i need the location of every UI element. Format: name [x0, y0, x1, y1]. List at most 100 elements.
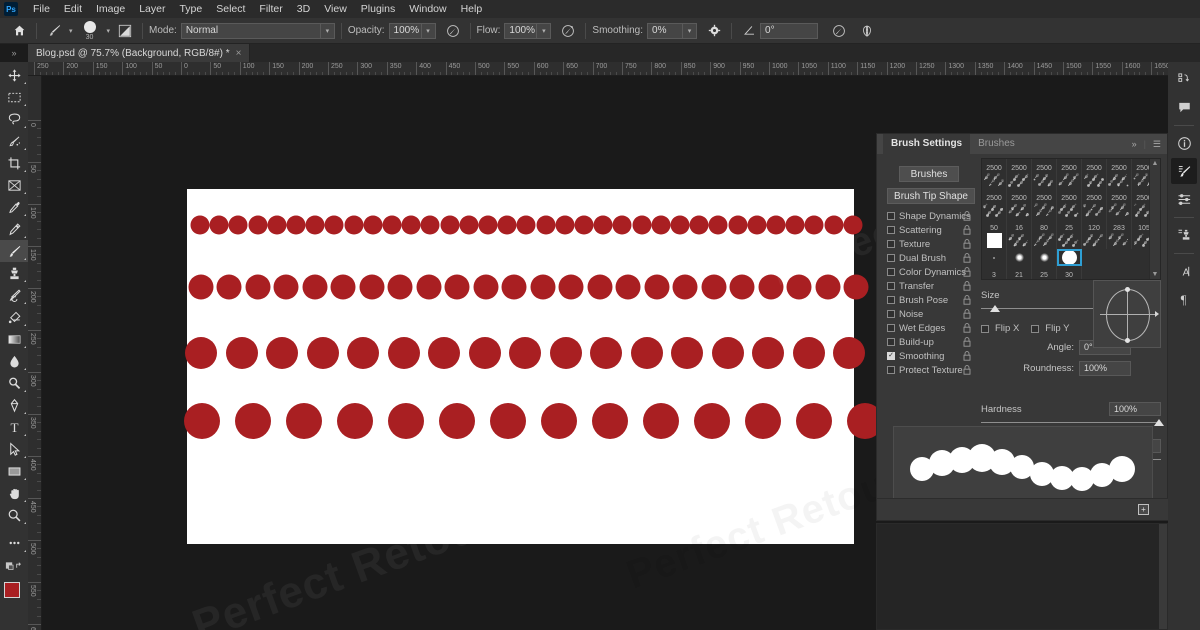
menu-help[interactable]: Help — [454, 0, 490, 18]
brush-thumbnail[interactable] — [1032, 249, 1057, 266]
option-checkbox[interactable] — [887, 282, 895, 290]
brush-preset-grid[interactable]: ▲ ▼ 250025002500250025002500250025002500… — [981, 158, 1161, 280]
brush-option-scattering[interactable]: Scattering — [881, 223, 977, 237]
hardness-value[interactable]: 100% — [1109, 402, 1161, 416]
menu-filter[interactable]: Filter — [252, 0, 289, 18]
crop-tool[interactable] — [0, 152, 28, 174]
brush-thumbnail[interactable] — [1007, 232, 1032, 249]
quick-mask-mode-icon[interactable] — [0, 554, 28, 576]
menu-plugins[interactable]: Plugins — [354, 0, 402, 18]
foreground-color-swatch[interactable] — [4, 582, 20, 598]
brush-preset-chevron-icon[interactable]: ▾ — [103, 27, 115, 35]
brush-tip-shape-button[interactable]: Brush Tip Shape — [887, 188, 975, 204]
brush-thumbnail[interactable] — [1032, 202, 1057, 219]
flip-y-checkbox[interactable] — [1031, 325, 1039, 333]
tab-brush-settings[interactable]: Brush Settings — [883, 134, 970, 154]
option-checkbox[interactable] — [887, 212, 895, 220]
brush-thumbnail[interactable] — [1007, 249, 1032, 266]
menu-3d[interactable]: 3D — [290, 0, 317, 18]
slider-thumb[interactable] — [1154, 419, 1164, 426]
clone-source-icon[interactable] — [1171, 222, 1197, 248]
edit-toolbar-ellipsis-icon[interactable] — [0, 532, 28, 554]
comments-icon[interactable] — [1171, 94, 1197, 120]
artboard[interactable]: Perfect Retouching — [187, 189, 854, 544]
brush-thumbnail[interactable] — [1057, 232, 1082, 249]
brush-tool-icon[interactable] — [43, 20, 65, 42]
brush-tool[interactable] — [0, 240, 28, 262]
brush-option-texture[interactable]: Texture — [881, 237, 977, 251]
new-brush-icon[interactable]: + — [1138, 504, 1149, 515]
brush-option-shape-dynamics[interactable]: Shape Dynamics — [881, 209, 977, 223]
pressure-opacity-icon[interactable] — [442, 20, 464, 42]
spot-healing-brush-tool[interactable] — [0, 218, 28, 240]
brush-option-brush-pose[interactable]: Brush Pose — [881, 293, 977, 307]
paragraph-icon[interactable]: ¶ — [1171, 286, 1197, 312]
opacity-select[interactable]: 100% ▾ — [389, 23, 436, 39]
brush-tool-chevron-icon[interactable]: ▾ — [65, 27, 77, 35]
lock-icon[interactable] — [963, 365, 971, 378]
adjustments-icon[interactable] — [1171, 186, 1197, 212]
brush-thumbnail[interactable] — [1057, 172, 1082, 189]
eyedropper-tool[interactable] — [0, 196, 28, 218]
brush-angle-field[interactable]: 0° — [760, 23, 818, 39]
brush-thumbnail[interactable] — [982, 249, 1007, 266]
option-checkbox[interactable] — [887, 254, 895, 262]
move-tool[interactable] — [0, 64, 28, 86]
brush-thumbnail[interactable] — [1082, 232, 1107, 249]
brush-thumbnail[interactable] — [1107, 172, 1132, 189]
brush-thumbnail[interactable] — [1057, 202, 1082, 219]
hand-tool[interactable] — [0, 482, 28, 504]
brush-option-wet-edges[interactable]: Wet Edges — [881, 321, 977, 335]
menu-window[interactable]: Window — [402, 0, 453, 18]
option-checkbox[interactable] — [887, 352, 895, 360]
clone-stamp-tool[interactable] — [0, 262, 28, 284]
menu-layer[interactable]: Layer — [132, 0, 172, 18]
path-selection-tool[interactable] — [0, 438, 28, 460]
option-checkbox[interactable] — [887, 296, 895, 304]
gear-icon[interactable] — [703, 20, 725, 42]
brush-option-noise[interactable]: Noise — [881, 307, 977, 321]
brush-thumbnail[interactable] — [1007, 202, 1032, 219]
menu-edit[interactable]: Edit — [57, 0, 89, 18]
color-swatches[interactable] — [0, 580, 28, 610]
menu-type[interactable]: Type — [172, 0, 209, 18]
brush-thumbnail[interactable] — [982, 172, 1007, 189]
brush-grid-scrollbar[interactable]: ▲ ▼ — [1149, 159, 1160, 279]
gradient-tool[interactable] — [0, 328, 28, 350]
brush-thumbnail[interactable] — [1032, 172, 1057, 189]
brush-thumbnail[interactable] — [1107, 202, 1132, 219]
panel-scrollbar[interactable] — [1159, 524, 1167, 629]
libraries-icon[interactable] — [1171, 66, 1197, 92]
rectangular-marquee-tool[interactable] — [0, 86, 28, 108]
brush-thumbnail[interactable] — [1107, 232, 1132, 249]
object-selection-tool[interactable] — [0, 130, 28, 152]
chevron-down-icon[interactable]: ▼ — [1152, 271, 1159, 278]
slider-thumb[interactable] — [990, 305, 1000, 312]
menu-view[interactable]: View — [317, 0, 354, 18]
home-icon[interactable] — [8, 20, 30, 42]
option-checkbox[interactable] — [887, 338, 895, 346]
brush-thumbnail[interactable] — [1082, 202, 1107, 219]
info-icon[interactable] — [1171, 130, 1197, 156]
document-tab-blog-psd[interactable]: Blog.psd @ 75.7% (Background, RGB/8#) * … — [28, 44, 250, 62]
brush-option-transfer[interactable]: Transfer — [881, 279, 977, 293]
option-checkbox[interactable] — [887, 366, 895, 374]
close-icon[interactable]: × — [236, 48, 242, 59]
dodge-tool[interactable] — [0, 372, 28, 394]
brush-option-smoothing[interactable]: Smoothing — [881, 349, 977, 363]
pressure-size-icon[interactable] — [828, 20, 850, 42]
double-chevron-right-icon[interactable]: » — [1132, 139, 1137, 149]
flow-select[interactable]: 100% ▾ — [504, 23, 551, 39]
collapse-panels-icon[interactable]: » — [0, 44, 28, 62]
brush-thumbnail[interactable] — [1032, 232, 1057, 249]
character-icon[interactable]: A — [1171, 258, 1197, 284]
option-checkbox[interactable] — [887, 240, 895, 248]
dial-top-handle[interactable] — [1125, 287, 1130, 292]
brushes-button[interactable]: Brushes — [899, 166, 959, 182]
blend-mode-select[interactable]: Normal ▾ — [181, 23, 335, 39]
brush-option-protect-texture[interactable]: Protect Texture — [881, 363, 977, 377]
brush-thumbnail[interactable] — [982, 202, 1007, 219]
brush-option-build-up[interactable]: Build-up — [881, 335, 977, 349]
menu-file[interactable]: File — [26, 0, 57, 18]
pen-tool[interactable] — [0, 394, 28, 416]
